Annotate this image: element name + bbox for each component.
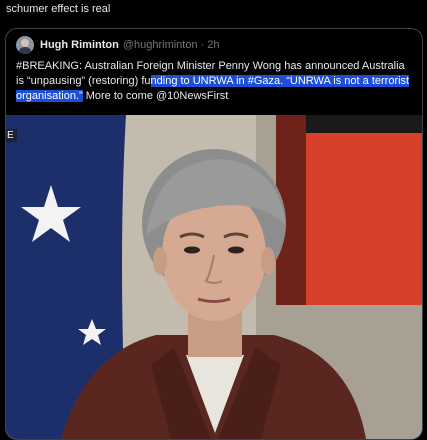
- left-eye: [184, 246, 200, 254]
- quoted-tweet-card[interactable]: Hugh Riminton @hughriminton · 2h #BREAKI…: [5, 28, 423, 440]
- author-name[interactable]: Hugh Riminton: [40, 39, 119, 51]
- avatar[interactable]: [16, 36, 34, 54]
- avatar-face-shape: [21, 39, 29, 47]
- post-time[interactable]: 2h: [207, 39, 219, 51]
- media-image[interactable]: E: [6, 115, 422, 439]
- author-handle[interactable]: @hughriminton: [123, 39, 198, 51]
- quote-text-part2: More to come @10NewsFirst: [82, 90, 229, 102]
- aboriginal-flag-black: [306, 115, 422, 133]
- press-conference-image: [6, 115, 422, 439]
- broadcast-overlay-label: E: [6, 129, 17, 142]
- right-ear: [261, 247, 275, 275]
- right-eye: [228, 246, 244, 254]
- quote-text: #BREAKING: Australian Foreign Minister P…: [16, 59, 414, 104]
- left-ear: [153, 247, 167, 275]
- avatar-shoulders-shape: [18, 47, 32, 54]
- separator-dot: ·: [200, 39, 205, 51]
- post-text: schumer effect is real: [6, 3, 111, 15]
- quote-header: Hugh Riminton @hughriminton · 2h: [16, 36, 220, 54]
